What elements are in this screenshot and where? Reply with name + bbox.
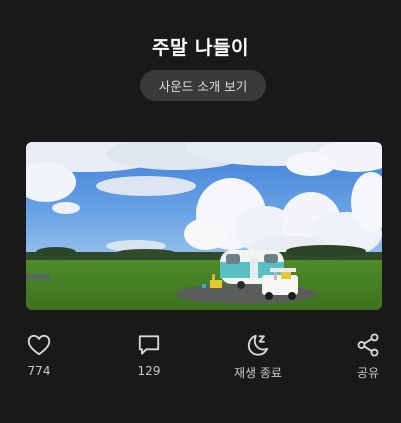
like-count: 774: [27, 364, 51, 378]
heart-icon: [27, 334, 51, 356]
share-icon: [357, 333, 379, 357]
sleep-timer-action[interactable]: 재생 종료: [223, 332, 293, 382]
comment-icon: [138, 335, 160, 355]
camper-trailer-field-image: [26, 142, 382, 310]
like-action[interactable]: 774: [4, 332, 74, 382]
page-title: 주말 나들이: [151, 37, 249, 59]
comment-count: 129: [137, 364, 161, 378]
comment-action[interactable]: 129: [114, 332, 184, 382]
sound-intro-button[interactable]: 사운드 소개 보기: [140, 70, 266, 101]
sleep-timer-label: 재생 종료: [234, 366, 282, 380]
share-action[interactable]: 공유: [333, 332, 401, 382]
share-label: 공유: [356, 366, 380, 380]
action-bar: 774 129 재생 종료 공유: [0, 332, 401, 382]
cover-image[interactable]: [26, 142, 382, 310]
moon-sleep-icon: [247, 334, 269, 356]
